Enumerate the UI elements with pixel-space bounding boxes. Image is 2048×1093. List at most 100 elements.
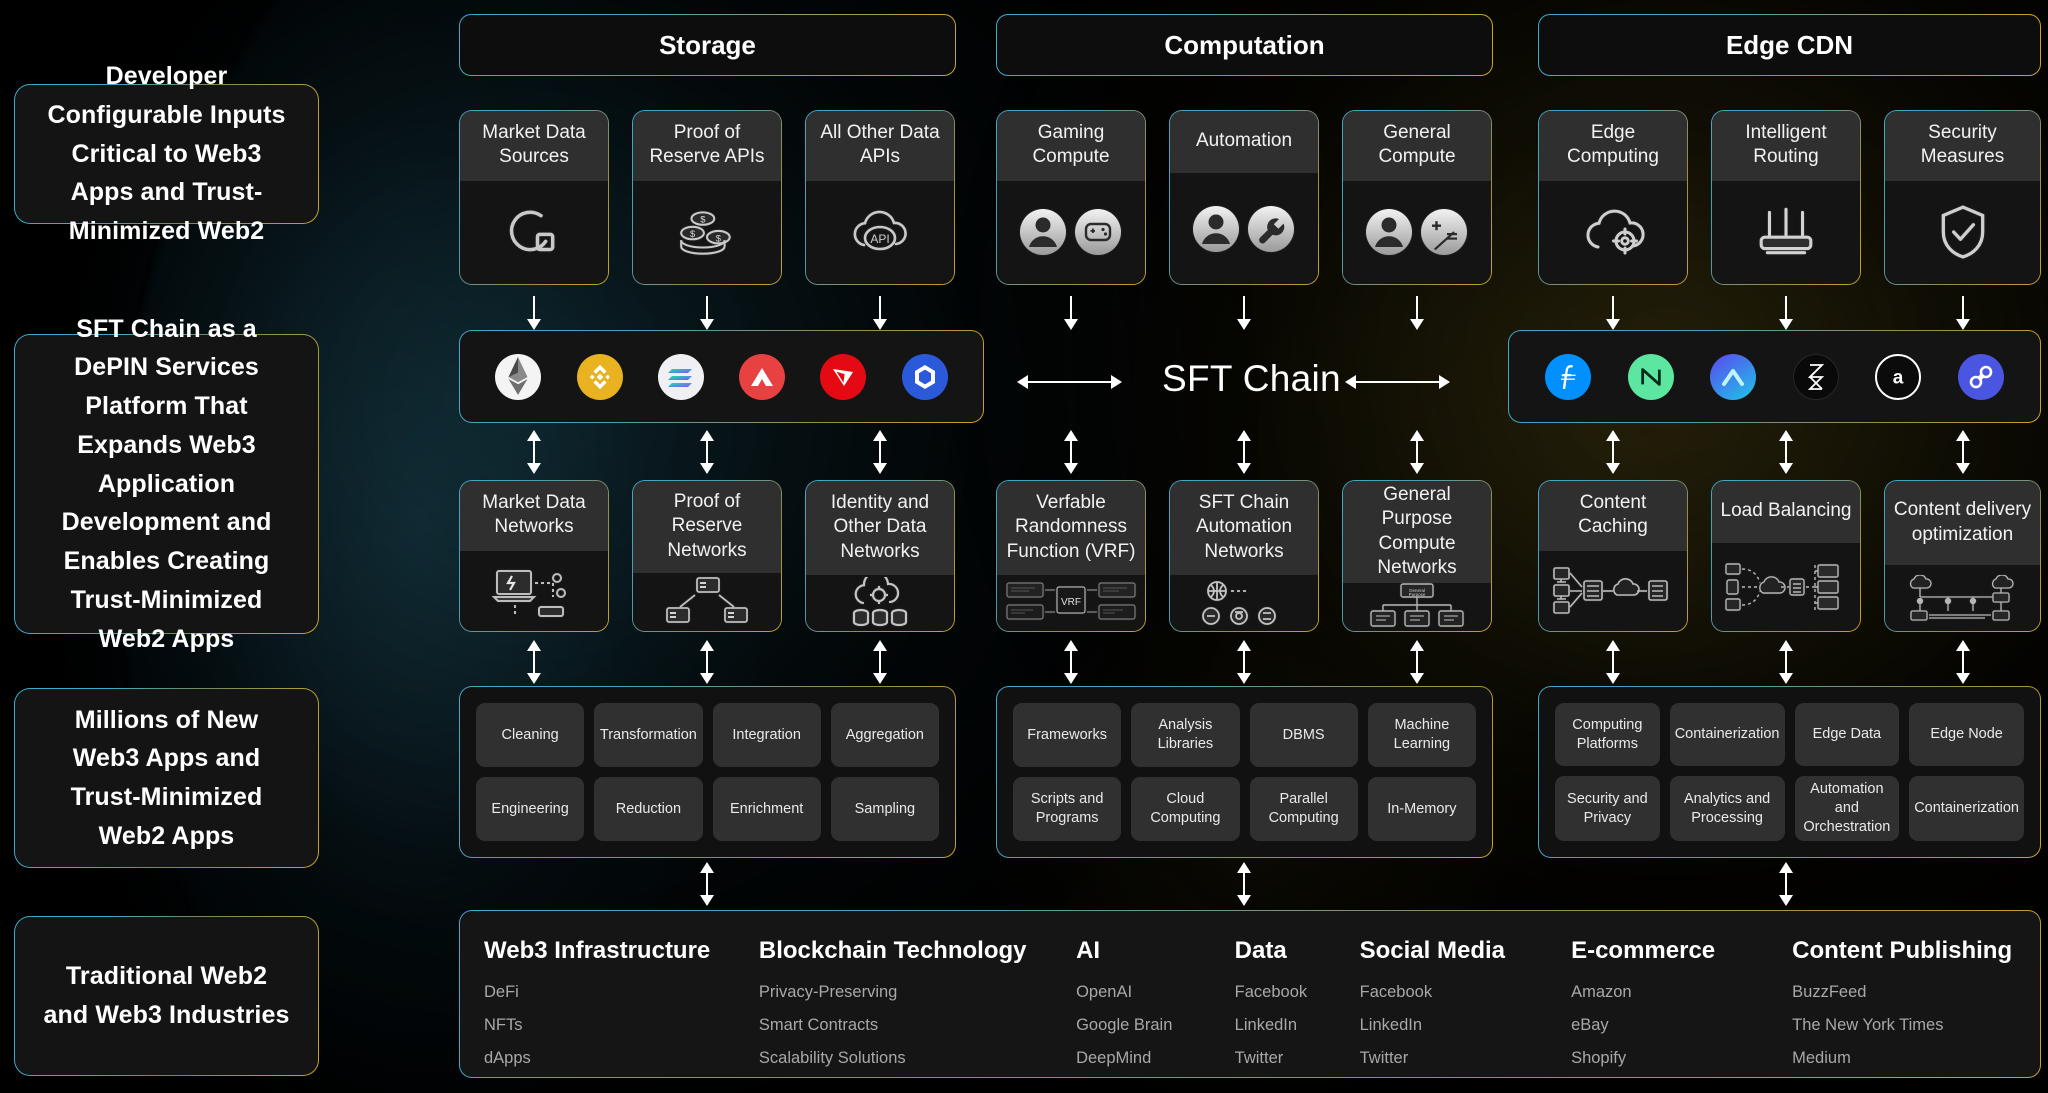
tag-item[interactable]: Cleaning bbox=[476, 703, 585, 767]
flow-arrow-down bbox=[1243, 296, 1245, 320]
industry-item[interactable]: Privacy-Preserving bbox=[759, 983, 1076, 1002]
tag-item[interactable]: Transformation bbox=[594, 703, 703, 767]
industry-column-social-media: Social Media Facebook LinkedIn Twitter bbox=[1359, 937, 1571, 1067]
network-card-title: Proof of Reserve Networks bbox=[633, 481, 781, 573]
industry-item[interactable]: The New York Times bbox=[1792, 1016, 2018, 1035]
industry-item[interactable]: Medium bbox=[1792, 1049, 2018, 1068]
flow-arrow-down bbox=[879, 296, 881, 320]
industry-column-content-publishing: Content Publishing BuzzFeed The New York… bbox=[1792, 937, 2018, 1067]
flow-arrow-down bbox=[1416, 296, 1418, 320]
left-label-inputs: Developer Configurable Inputs Critical t… bbox=[14, 62, 319, 245]
tag-item[interactable]: Aggregation bbox=[830, 703, 939, 767]
industry-item[interactable]: Google Brain bbox=[1076, 1016, 1235, 1035]
industry-item[interactable]: eBay bbox=[1571, 1016, 1792, 1035]
tag-item[interactable]: Computing Platforms bbox=[1555, 703, 1660, 767]
network-card-content-caching[interactable]: Content Caching bbox=[1538, 480, 1688, 632]
tag-item[interactable]: Security and Privacy bbox=[1555, 776, 1660, 841]
industry-column-title: Content Publishing bbox=[1792, 937, 2013, 964]
category-header-computation[interactable]: Computation bbox=[996, 14, 1493, 76]
tag-item[interactable]: Enrichment bbox=[712, 777, 821, 841]
tag-item[interactable]: Edge Node bbox=[1909, 703, 2024, 767]
flow-arrow-bidirectional bbox=[1416, 650, 1418, 674]
input-card-all-other-data-apis[interactable]: All Other Data APIs API bbox=[805, 110, 955, 285]
industry-item[interactable]: BuzzFeed bbox=[1792, 983, 2018, 1002]
tag-grid-edge-cdn: Computing Platforms Containerization Edg… bbox=[1538, 686, 2041, 858]
flow-arrow-bidirectional bbox=[1785, 440, 1787, 464]
network-card-identity-and-other-data-networks[interactable]: Identity and Other Data Networks bbox=[805, 480, 955, 632]
flow-arrow-down bbox=[1785, 296, 1787, 320]
input-card-edge-computing[interactable]: Edge Computing bbox=[1538, 110, 1688, 285]
industry-item[interactable]: OpenAI bbox=[1076, 983, 1235, 1002]
industry-column-title: Web3 Infrastructure bbox=[484, 937, 711, 964]
tag-item[interactable]: Integration bbox=[712, 703, 821, 767]
industry-item[interactable]: Twitter bbox=[1360, 1049, 1571, 1068]
input-card-proof-of-reserve-apis[interactable]: Proof of Reserve APIs $ $ $ bbox=[632, 110, 782, 285]
industry-item[interactable]: Twitter bbox=[1235, 1049, 1360, 1068]
network-card-sft-chain-automation-networks[interactable]: SFT Chain Automation Networks bbox=[1169, 480, 1319, 632]
input-card-market-data-sources[interactable]: Market Data Sources bbox=[459, 110, 609, 285]
network-card-content-delivery-optimization[interactable]: Content delivery optimization bbox=[1884, 480, 2041, 632]
tag-item[interactable]: Machine Learning bbox=[1367, 703, 1476, 767]
input-card-general-compute[interactable]: General Compute bbox=[1342, 110, 1492, 285]
laptop-network-icon bbox=[460, 550, 608, 631]
tag-item[interactable]: Scripts and Programs bbox=[1013, 777, 1122, 841]
industry-item[interactable]: Facebook bbox=[1235, 983, 1360, 1002]
tag-item[interactable]: Frameworks bbox=[1013, 703, 1122, 767]
input-card-title: General Compute bbox=[1343, 111, 1491, 181]
svg-text:$: $ bbox=[700, 215, 706, 225]
network-card-market-data-networks[interactable]: Market Data Networks bbox=[459, 480, 609, 632]
industry-item[interactable]: dApps bbox=[484, 1049, 759, 1068]
input-card-automation[interactable]: Automation bbox=[1169, 110, 1319, 285]
tag-item[interactable]: Edge Data bbox=[1794, 703, 1900, 767]
tag-item[interactable]: Cloud Computing bbox=[1131, 777, 1240, 841]
tag-item[interactable]: Automation and Orchestration bbox=[1794, 776, 1900, 841]
flow-arrow-down bbox=[1612, 296, 1614, 320]
input-card-security-measures[interactable]: Security Measures bbox=[1884, 110, 2041, 285]
industry-item[interactable]: Facebook bbox=[1360, 983, 1571, 1002]
network-card-general-purpose-compute-networks[interactable]: General Purpose Compute Networks General… bbox=[1342, 480, 1492, 632]
input-card-title: Proof of Reserve APIs bbox=[633, 111, 781, 181]
tag-item[interactable]: Sampling bbox=[830, 777, 939, 841]
input-card-intelligent-routing[interactable]: Intelligent Routing bbox=[1711, 110, 1861, 285]
network-card-proof-of-reserve-networks[interactable]: Proof of Reserve Networks bbox=[632, 480, 782, 632]
industry-column-title: Social Media bbox=[1359, 937, 1506, 964]
network-card-load-balancing[interactable]: Load Balancing bbox=[1711, 480, 1861, 632]
input-card-gaming-compute[interactable]: Gaming Compute bbox=[996, 110, 1146, 285]
flow-arrow-bidirectional bbox=[706, 872, 708, 896]
industry-item[interactable]: Amazon bbox=[1571, 983, 1792, 1002]
category-header-edge-cdn[interactable]: Edge CDN bbox=[1538, 14, 2041, 76]
svg-text:$: $ bbox=[716, 234, 722, 244]
industry-item[interactable]: DeepMind bbox=[1076, 1049, 1235, 1068]
industry-column-web3-infrastructure: Web3 Infrastructure DeFi NFTs dApps bbox=[484, 937, 759, 1067]
industry-item[interactable]: Scalability Solutions bbox=[759, 1049, 1076, 1068]
industry-item[interactable]: LinkedIn bbox=[1235, 1016, 1360, 1035]
industry-item[interactable]: LinkedIn bbox=[1360, 1016, 1571, 1035]
cache-topology-icon bbox=[1539, 550, 1687, 631]
tag-item[interactable]: Engineering bbox=[476, 777, 585, 841]
flow-arrow-bidirectional bbox=[533, 440, 535, 464]
industry-item[interactable]: Smart Contracts bbox=[759, 1016, 1076, 1035]
industry-item[interactable]: DeFi bbox=[484, 983, 759, 1002]
network-card-vrf[interactable]: Verfable Randomness Function (VRF) VRF bbox=[996, 480, 1146, 632]
left-label-industries-text: Traditional Web2 and Web3 Industries bbox=[43, 962, 290, 1029]
industry-item[interactable]: Shopify bbox=[1571, 1049, 1792, 1068]
chainlink-logo bbox=[901, 353, 948, 400]
pie-chart-icon bbox=[460, 180, 608, 284]
tag-item[interactable]: Analytics and Processing bbox=[1669, 776, 1785, 841]
tag-item[interactable]: In-Memory bbox=[1367, 777, 1476, 841]
category-header-storage[interactable]: Storage bbox=[459, 14, 956, 76]
category-header-edge-cdn-label: Edge CDN bbox=[1725, 29, 1854, 60]
tag-item[interactable]: Containerization bbox=[1669, 703, 1785, 767]
chain-band-right: a bbox=[1508, 330, 2041, 423]
flow-arrow-down bbox=[706, 296, 708, 320]
tag-item[interactable]: Reduction bbox=[594, 777, 703, 841]
tag-item[interactable]: Parallel Computing bbox=[1249, 777, 1358, 841]
tag-item[interactable]: Containerization bbox=[1909, 776, 2024, 841]
cloud-gear-icon bbox=[1539, 180, 1687, 284]
storj-logo bbox=[1792, 353, 1839, 400]
industry-column-title: Blockchain Technology bbox=[758, 937, 1027, 964]
tag-item[interactable]: DBMS bbox=[1249, 703, 1358, 767]
industry-item[interactable]: NFTs bbox=[484, 1016, 759, 1035]
tag-item[interactable]: Analysis Libraries bbox=[1131, 703, 1240, 767]
load-balancer-icon bbox=[1712, 543, 1860, 631]
